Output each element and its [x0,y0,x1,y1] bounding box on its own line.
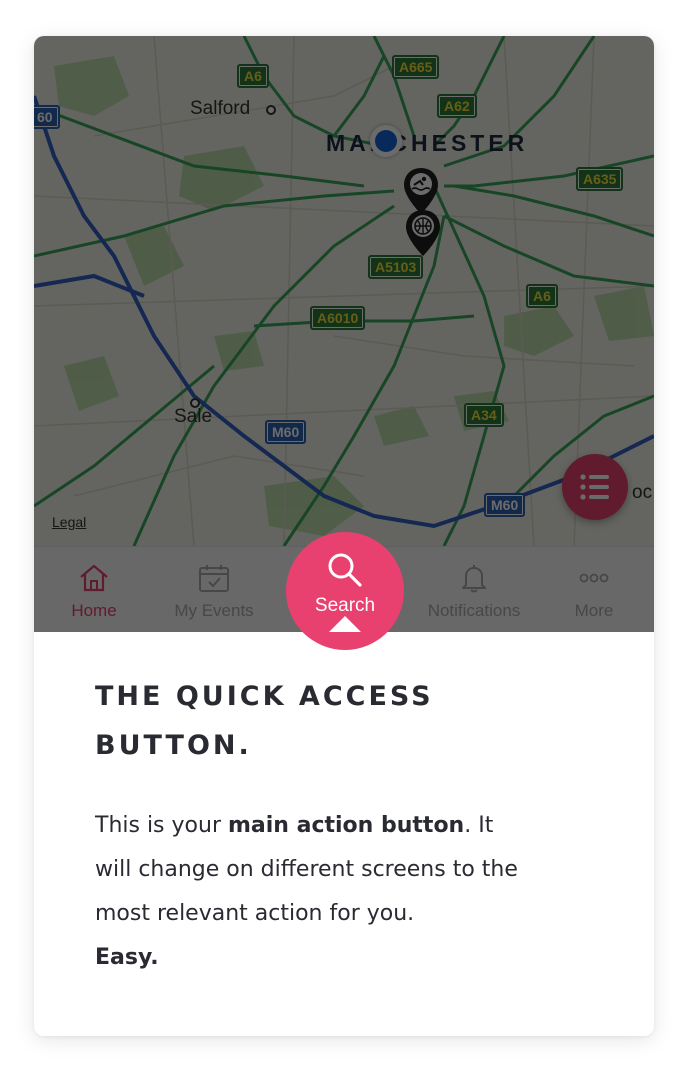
tab-label: Notifications [427,601,521,620]
basketball-pin-icon[interactable] [404,208,442,258]
tab-my-events[interactable]: My Events [154,547,274,633]
road-shield-a6: A6 [237,64,269,88]
tab-more[interactable]: More [534,547,654,633]
legal-link[interactable]: Legal [52,514,86,530]
tab-label: Home [71,601,117,620]
calendar-icon [199,565,229,592]
place-label-sale: Sale [174,406,213,427]
place-label-manchester: MANCHESTER [326,130,529,156]
tooltip-title: THE QUICK ACCESS BUTTON. [95,681,434,761]
place-label-edge: oc [632,482,653,503]
road-shield-m60-edge: 60 [34,105,60,129]
current-location-dot [370,125,402,157]
town-marker [266,105,276,115]
tab-notifications[interactable]: Notifications [414,547,534,633]
description-text: This is your [95,813,228,838]
road-shield-a635: A635 [576,167,624,191]
road-shield-m60-south: M60 [484,493,526,517]
tab-label: My Events [174,601,254,620]
road-shield-a34: A34 [464,403,504,427]
tooltip-pointer [329,616,361,632]
map-roads [34,36,654,546]
bell-icon [462,565,486,593]
tab-home[interactable]: Home [34,547,154,633]
list-view-button[interactable] [562,454,628,520]
road-shield-m60: M60 [265,420,307,444]
map-view[interactable]: Salford MANCHESTER Sale oc Legal A6 A665… [34,36,654,546]
list-icon [580,474,609,500]
place-label-salford: Salford [190,98,251,119]
road-shield-a6010: A6010 [310,306,366,330]
road-shield-a665: A665 [392,55,440,79]
description-emphasis: main action button [227,813,465,838]
tooltip-description: This is your main action button. It will… [95,804,525,980]
road-shield-a6-east: A6 [526,284,558,308]
home-icon [80,564,108,592]
description-emphasis-easy: Easy. [95,945,159,970]
tooltip-panel: THE QUICK ACCESS BUTTON. This is your ma… [34,632,654,1036]
onboarding-card: Salford MANCHESTER Sale oc Legal A6 A665… [34,36,654,1036]
road-shield-a62: A62 [437,94,477,118]
tab-label: More [574,601,614,620]
road-shield-a5103: A5103 [368,255,424,279]
quick-access-label: Search [314,595,376,616]
search-icon [328,553,362,587]
more-dots-icon [579,573,609,583]
quick-access-search-button[interactable]: Search [286,532,404,650]
